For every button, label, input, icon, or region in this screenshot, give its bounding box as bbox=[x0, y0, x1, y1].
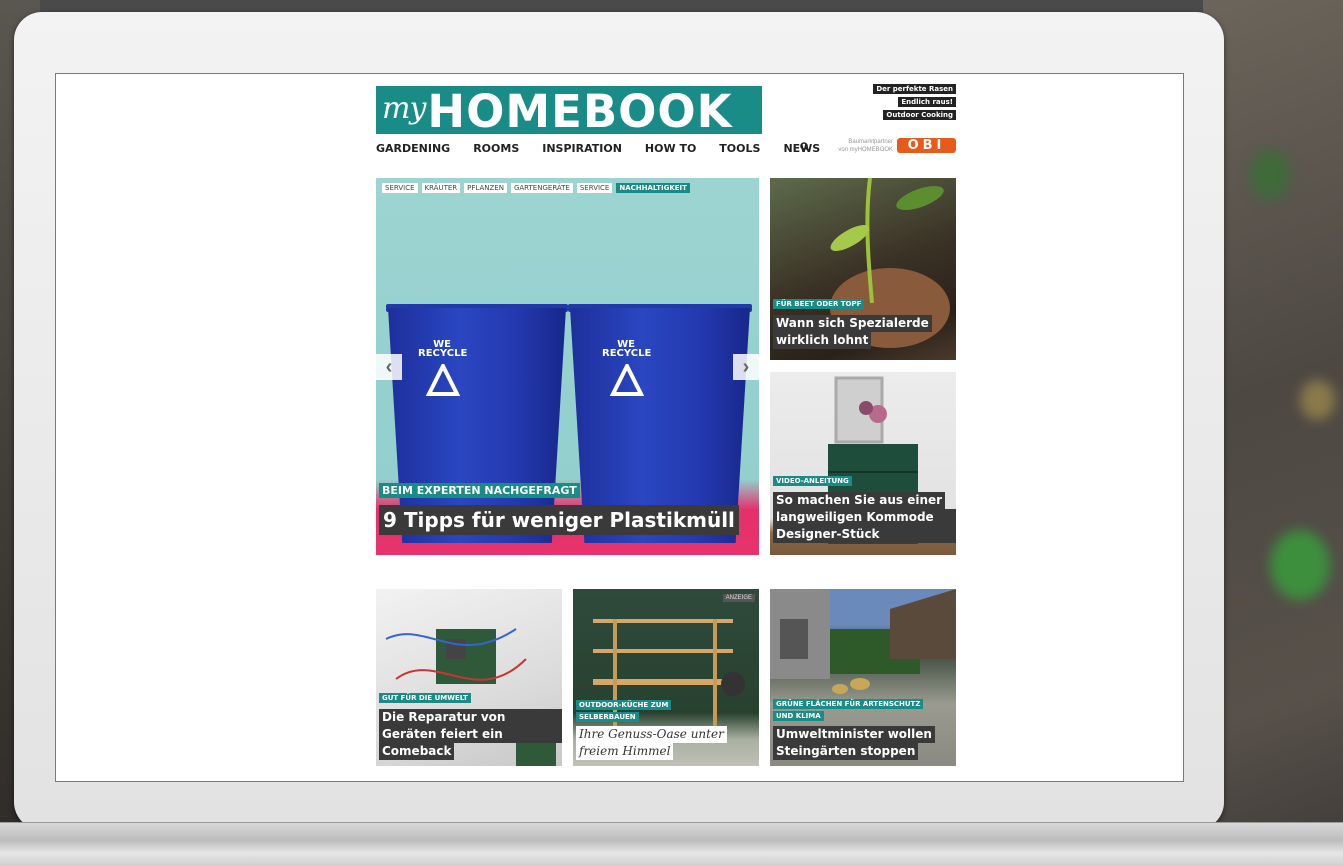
search-icon[interactable] bbox=[800, 142, 810, 152]
card-kicker: SELBERBAUEN bbox=[576, 712, 639, 722]
card-kicker: OUTDOOR-KÜCHE ZUM bbox=[576, 700, 672, 710]
card-kicker: GUT FÜR DIE UMWELT bbox=[379, 693, 471, 703]
card-kicker: GRÜNE FLÄCHEN FÜR ARTENSCHUTZ bbox=[773, 699, 924, 709]
nav-item-rooms[interactable]: ROOMS bbox=[473, 142, 519, 155]
tag[interactable]: KRÄUTER bbox=[421, 183, 461, 193]
card-kicker: VIDEO-ANLEITUNG bbox=[773, 476, 852, 486]
nav-item-how-to[interactable]: HOW TO bbox=[645, 142, 696, 155]
background-blob bbox=[1300, 380, 1335, 420]
card-title: Designer-Stück bbox=[773, 526, 883, 543]
tag[interactable]: SERVICE bbox=[382, 183, 418, 193]
nav-item-tools[interactable]: TOOLS bbox=[719, 142, 760, 155]
slider-next-button[interactable]: › bbox=[733, 354, 759, 380]
recycle-icon bbox=[426, 364, 460, 396]
card-title: Umweltminister wollen bbox=[773, 726, 935, 743]
card-title: Comeback bbox=[379, 743, 455, 760]
laptop-screen: my HOMEBOOK Der perfekte Rasen Endlich r… bbox=[55, 73, 1184, 782]
background-blob bbox=[1250, 150, 1290, 200]
hero-title[interactable]: 9 Tipps für weniger Plastikmüll bbox=[379, 505, 739, 535]
tag[interactable]: GARTENGERÄTE bbox=[510, 183, 573, 193]
article-card[interactable]: GUT FÜR DIE UMWELT Die Reparatur von def… bbox=[376, 589, 562, 766]
slider-prev-button[interactable]: ‹ bbox=[376, 354, 402, 380]
site-logo[interactable]: my HOMEBOOK bbox=[376, 86, 762, 134]
obi-logo[interactable]: OBI bbox=[897, 138, 956, 153]
bin-label: WE RECYCLE bbox=[418, 339, 468, 359]
background-blob bbox=[1270, 530, 1330, 600]
hero-tags: SERVICE KRÄUTER PFLANZEN GARTENGERÄTE SE… bbox=[382, 183, 690, 193]
partner-line: von myHOMEBOOK bbox=[838, 147, 893, 153]
ad-label: ANZEIGE bbox=[722, 594, 755, 602]
card-title: Geräten feiert ein bbox=[379, 726, 506, 743]
top-link[interactable]: Outdoor Cooking bbox=[883, 110, 956, 120]
logo-my: my bbox=[382, 91, 426, 126]
card-title: Ihre Genuss-Oase unter bbox=[576, 726, 727, 743]
partner-text: Baumarktpartner von myHOMEBOOK bbox=[821, 138, 893, 154]
article-card[interactable]: VIDEO-ANLEITUNG So machen Sie aus einer … bbox=[770, 372, 956, 555]
card-title: So machen Sie aus einer bbox=[773, 492, 946, 509]
card-title: Steingärten stoppen bbox=[773, 743, 919, 760]
nav-item-gardening[interactable]: GARDENING bbox=[376, 142, 450, 155]
card-kicker: FÜR BEET ODER TOPF bbox=[773, 299, 865, 309]
tag[interactable]: PFLANZEN bbox=[464, 183, 507, 193]
tag-active[interactable]: NACHHALTIGKEIT bbox=[616, 183, 690, 193]
laptop-base bbox=[0, 822, 1343, 866]
top-link[interactable]: Endlich raus! bbox=[898, 97, 956, 107]
nav-item-inspiration[interactable]: INSPIRATION bbox=[542, 142, 622, 155]
top-link[interactable]: Der perfekte Rasen bbox=[873, 84, 956, 94]
hero-slider[interactable]: SERVICE KRÄUTER PFLANZEN GARTENGERÄTE SE… bbox=[376, 178, 759, 555]
tag[interactable]: SERVICE bbox=[576, 183, 613, 193]
article-card[interactable]: GRÜNE FLÄCHEN FÜR ARTENSCHUTZ UND KLIMA … bbox=[770, 589, 956, 766]
article-card[interactable]: ANZEIGE OUTDOOR-KÜCHE ZUM SELBERBAUEN Ih… bbox=[573, 589, 759, 766]
card-title: freiem Himmel bbox=[576, 743, 674, 760]
card-title: wirklich lohnt bbox=[773, 332, 872, 349]
bin-label: WE RECYCLE bbox=[602, 339, 652, 359]
top-links: Der perfekte Rasen Endlich raus! Outdoor… bbox=[836, 84, 956, 123]
hero-kicker: BEIM EXPERTEN NACHGEFRAGT bbox=[379, 483, 580, 498]
recycle-icon bbox=[610, 364, 644, 396]
background-right bbox=[1203, 0, 1343, 865]
card-kicker: UND KLIMA bbox=[773, 711, 824, 721]
article-card[interactable]: FÜR BEET ODER TOPF Wann sich Spezialerde… bbox=[770, 178, 956, 360]
logo-homebook: HOMEBOOK bbox=[427, 86, 733, 134]
partner-line: Baumarktpartner bbox=[848, 139, 893, 145]
card-title: Wann sich Spezialerde bbox=[773, 315, 932, 332]
website: my HOMEBOOK Der perfekte Rasen Endlich r… bbox=[376, 74, 956, 781]
